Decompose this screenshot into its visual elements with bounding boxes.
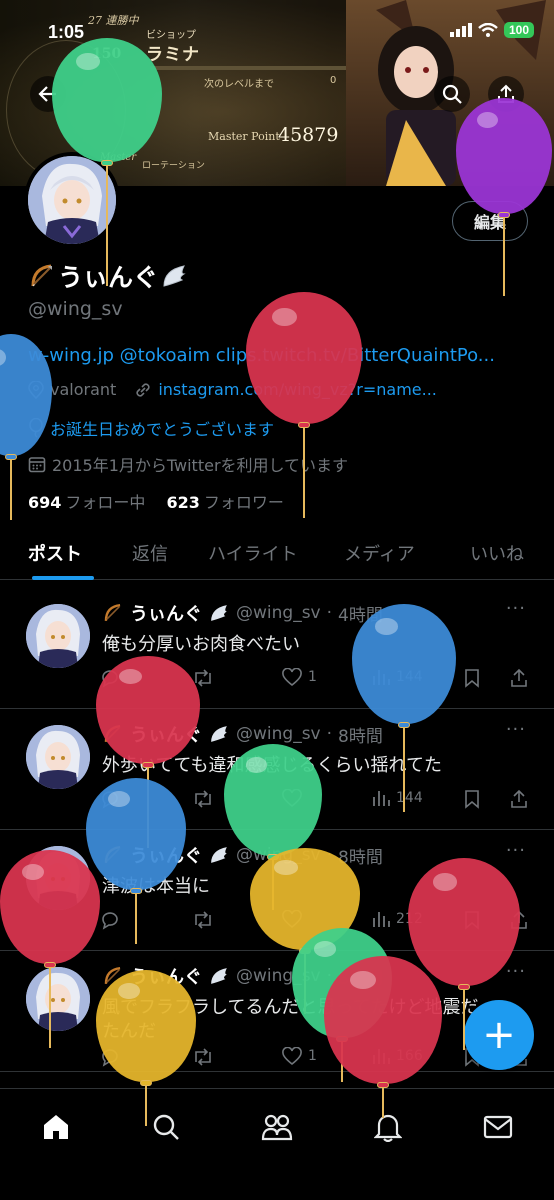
balloon — [96, 970, 196, 1130]
bottom-navigation — [0, 1088, 554, 1200]
bookmark-icon — [465, 790, 479, 809]
banner-level-bar — [150, 66, 350, 70]
bookmark-button[interactable] — [464, 789, 480, 809]
banner-next-level-value: 0 — [330, 75, 337, 86]
bookmark-button[interactable] — [464, 668, 480, 688]
signal-icon — [449, 23, 472, 37]
post-separator: · — [326, 724, 333, 744]
link-icon — [136, 382, 150, 397]
wifi-icon — [478, 23, 498, 37]
bookmark-icon — [465, 669, 479, 688]
battery-indicator: 100 — [503, 22, 534, 38]
bow-emoji-icon — [104, 603, 121, 621]
tab-highlights[interactable]: ハイライト — [208, 540, 298, 566]
balloon — [86, 778, 186, 948]
banner-master-point-value: 45879 — [278, 124, 339, 146]
profile-handle: @wing_sv — [28, 298, 123, 320]
balloon — [52, 38, 162, 290]
wing-emoji-icon — [211, 605, 227, 621]
wing-emoji-icon — [163, 265, 186, 287]
share-post-button[interactable] — [510, 789, 528, 809]
profile-meta-location-website: valorant instagram.com/wing_vz?r=name... — [28, 380, 437, 399]
like-button[interactable]: 1 — [282, 668, 317, 686]
post-more-button[interactable]: ··· — [506, 719, 526, 740]
balloon — [456, 98, 552, 300]
post-author-handle: @wing_sv — [236, 724, 321, 744]
nav-messages[interactable] — [478, 1107, 518, 1147]
home-icon — [44, 1115, 68, 1139]
balloon — [0, 850, 100, 1052]
banner-next-level-label: 次のレベルまで — [204, 79, 274, 90]
tab-posts[interactable]: ポスト — [28, 540, 82, 566]
tab-likes[interactable]: いいね — [470, 540, 524, 566]
avatar-image — [26, 725, 90, 789]
status-icons: 100 — [449, 22, 534, 38]
active-tab-indicator — [32, 576, 94, 580]
followers-count: 623 — [166, 493, 200, 512]
tab-media[interactable]: メディア — [344, 540, 415, 566]
profile-tabs: ポスト 返信 ハイライト メディア いいね — [0, 528, 554, 580]
profile-meta-birthday: お誕生日おめでとうございます — [28, 416, 274, 440]
post-more-button[interactable]: ··· — [506, 598, 526, 619]
tab-replies[interactable]: 返信 — [132, 540, 168, 566]
post-author-name[interactable]: うぃんぐ — [130, 600, 202, 626]
like-count: 1 — [308, 669, 317, 685]
nav-communities[interactable] — [257, 1107, 297, 1147]
people-icon — [261, 1114, 293, 1141]
post-avatar[interactable] — [26, 604, 90, 668]
profile-birthday[interactable]: お誕生日おめでとうございます — [50, 416, 274, 440]
avatar-image — [26, 604, 90, 668]
analytics-icon — [373, 912, 390, 927]
timeline-post[interactable]: うぃんぐ@wing_sv·4時間···俺も分厚いお肉食べたい1144 — [0, 588, 554, 709]
post-text: 俺も分厚いお肉食べたい — [102, 634, 300, 655]
post-avatar[interactable] — [26, 725, 90, 789]
banner-master-point-label: Master Point — [208, 130, 280, 143]
balloon — [246, 292, 362, 522]
following-label: フォロー中 — [65, 493, 146, 512]
balloon — [0, 334, 52, 524]
wing-emoji-icon — [211, 726, 227, 742]
post-author-handle: @wing_sv — [236, 603, 321, 623]
repost-button[interactable] — [192, 910, 214, 930]
wing-emoji-icon — [211, 968, 227, 984]
banner-win-streak: 27 連勝中 — [88, 14, 139, 27]
heart-icon — [282, 668, 302, 686]
envelope-icon — [483, 1115, 513, 1139]
share-post-button[interactable] — [510, 668, 528, 688]
nav-home[interactable] — [36, 1107, 76, 1147]
share-icon — [511, 789, 527, 808]
post-separator: · — [326, 603, 333, 623]
profile-location: valorant — [50, 380, 117, 399]
repost-icon — [195, 911, 211, 929]
balloon — [324, 956, 442, 1122]
share-icon — [511, 668, 527, 687]
post-header: うぃんぐ @wing_sv · 4時間 — [102, 600, 383, 626]
balloon — [352, 604, 456, 816]
